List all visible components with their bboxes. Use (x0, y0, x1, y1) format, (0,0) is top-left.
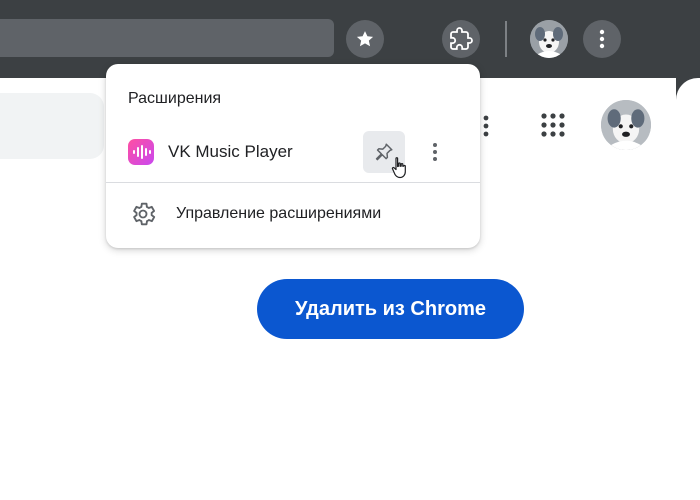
puzzle-piece-icon (450, 27, 473, 50)
manage-extensions-label: Управление расширениями (176, 205, 382, 222)
page-profile-avatar[interactable] (601, 100, 651, 150)
star-icon (356, 31, 374, 47)
popup-divider (106, 182, 480, 183)
gear-icon (133, 202, 156, 226)
vk-music-icon (128, 139, 154, 165)
page-search-box[interactable] (0, 93, 104, 159)
bookmark-star-button[interactable] (346, 20, 384, 58)
extensions-popup: Расширения VK Music Player Управление ра… (106, 64, 480, 248)
apps-grid-icon[interactable] (536, 108, 570, 142)
dog-avatar-icon (601, 100, 651, 150)
extension-item[interactable]: VK Music Player (106, 128, 480, 176)
extension-name: VK Music Player (168, 142, 293, 161)
content-corner (676, 78, 700, 102)
hand-cursor-icon (391, 157, 406, 179)
three-dots-vertical-icon (599, 29, 605, 49)
browser-window: Удалить из Chrome Расширения VK Music Pl… (0, 0, 700, 500)
manage-extensions-item[interactable]: Управление расширениями (106, 192, 480, 236)
extensions-button[interactable] (442, 20, 480, 58)
three-dots-vertical-icon (433, 143, 437, 161)
address-bar[interactable] (0, 19, 334, 57)
toolbar-divider (505, 21, 507, 57)
remove-from-chrome-button[interactable]: Удалить из Chrome (257, 279, 524, 339)
chrome-menu-button[interactable] (583, 20, 621, 58)
profile-avatar-button[interactable] (530, 20, 568, 58)
three-dots-vertical-icon (483, 115, 489, 137)
dog-avatar-icon (530, 20, 568, 58)
extension-more-button[interactable] (423, 137, 447, 167)
popup-title: Расширения (128, 90, 222, 107)
